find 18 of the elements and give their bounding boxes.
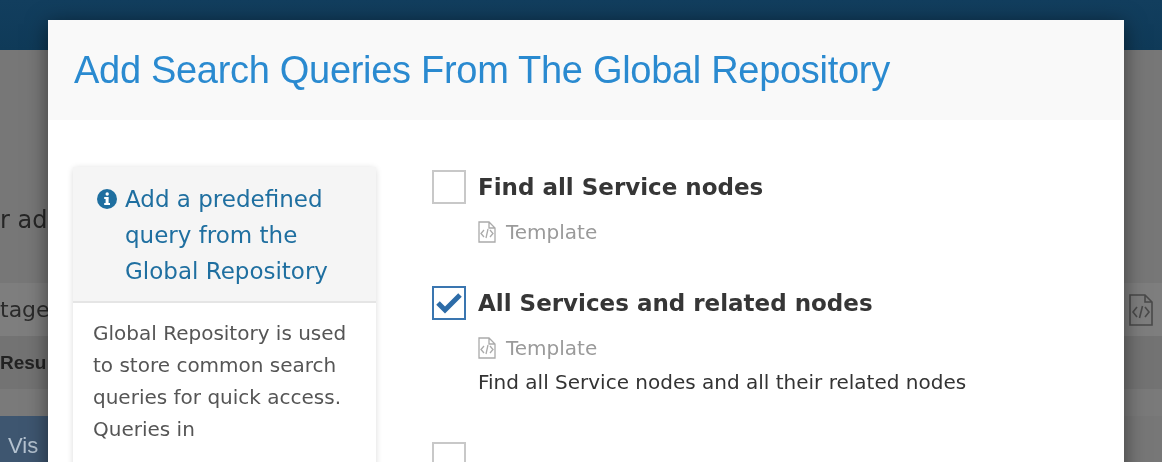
code-file-icon	[478, 221, 496, 243]
query-type: Template	[506, 220, 598, 244]
checkbox[interactable]	[432, 286, 466, 320]
dialog-title: Add Search Queries From The Global Repository	[74, 48, 890, 92]
checkbox[interactable]	[432, 170, 466, 204]
info-icon	[97, 189, 117, 209]
page-button[interactable]: Vis	[0, 416, 48, 462]
info-heading: Add a predefined query from the Global Repository	[125, 185, 329, 286]
row-label: tage	[0, 297, 50, 322]
query-type: Template	[506, 336, 598, 360]
query-title: All Services and related nodes	[478, 290, 873, 316]
query-description: Find all Service nodes and all their related nodes	[478, 369, 967, 396]
column-header: Resu	[0, 351, 47, 374]
page-text: r ad	[0, 205, 48, 236]
code-file-icon	[1128, 293, 1154, 326]
info-text: Global Repository is used to store common search queries for quick access. Queries in	[92, 320, 348, 443]
query-title: Find all Service nodes	[478, 174, 764, 200]
code-file-icon	[478, 337, 496, 359]
